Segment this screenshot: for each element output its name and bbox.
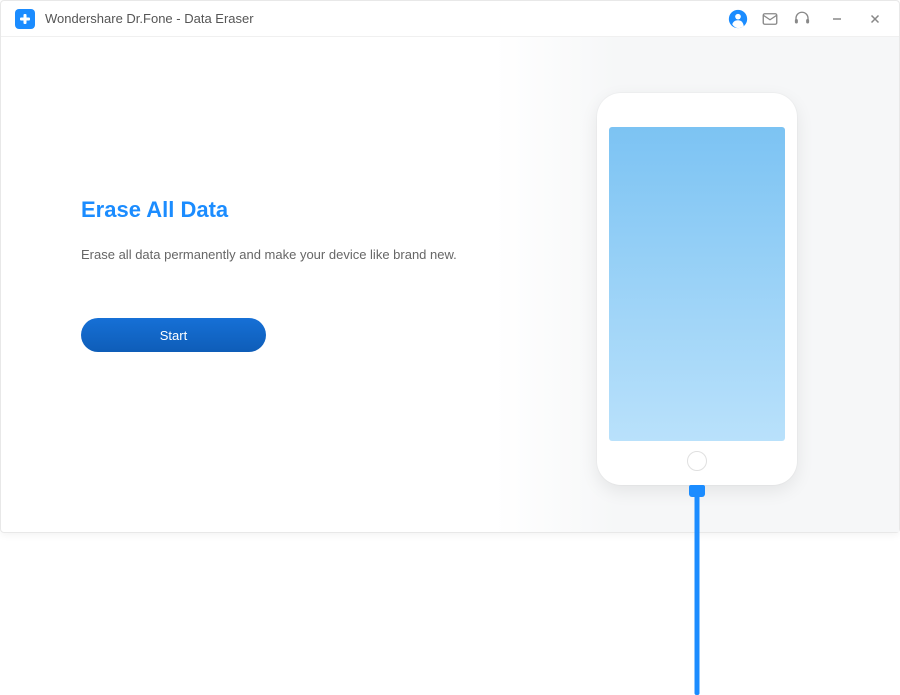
usb-cable-icon — [694, 495, 699, 695]
app-window: Wondershare Dr.Fone - Data Eraser Erase … — [0, 0, 900, 533]
titlebar: Wondershare Dr.Fone - Data Eraser — [1, 1, 899, 37]
phone-screen — [609, 127, 785, 441]
right-panel — [495, 37, 899, 532]
window-title: Wondershare Dr.Fone - Data Eraser — [45, 11, 254, 26]
account-icon[interactable] — [727, 8, 749, 30]
start-button[interactable]: Start — [81, 318, 266, 352]
minimize-button[interactable] — [823, 5, 851, 33]
phone-home-button-icon — [687, 451, 707, 471]
titlebar-actions — [727, 5, 889, 33]
support-icon[interactable] — [791, 8, 813, 30]
app-logo-icon — [15, 9, 35, 29]
page-subtext: Erase all data permanently and make your… — [81, 247, 495, 262]
page-heading: Erase All Data — [81, 197, 495, 223]
mail-icon[interactable] — [759, 8, 781, 30]
content-area: Erase All Data Erase all data permanentl… — [1, 37, 899, 532]
close-button[interactable] — [861, 5, 889, 33]
left-panel: Erase All Data Erase all data permanentl… — [1, 37, 495, 532]
phone-illustration — [597, 93, 797, 485]
